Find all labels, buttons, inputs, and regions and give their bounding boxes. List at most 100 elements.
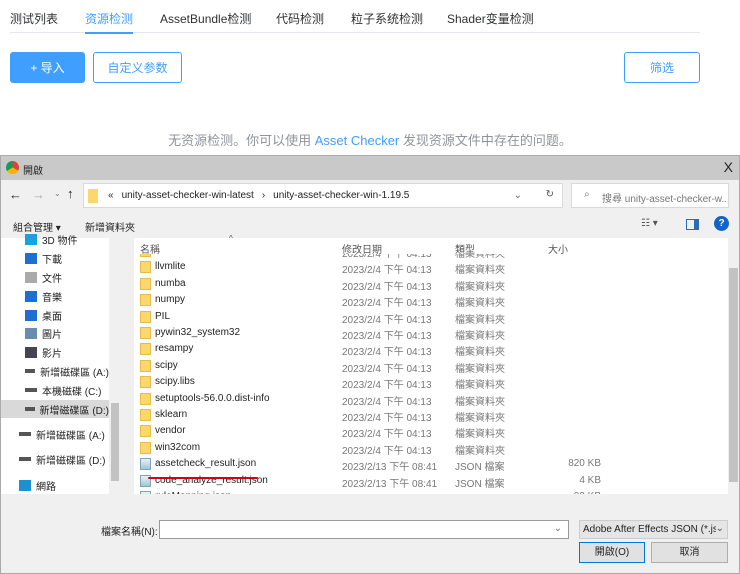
file-list: 名稱 ^ 修改日期 類型 大小 certifi2023/2/4 下午 04:13… (134, 234, 739, 494)
sidebar-item[interactable]: 文件 (1, 268, 109, 286)
folder-icon (140, 425, 151, 438)
sidebar-item-label: 文件 (42, 273, 62, 285)
help-icon[interactable]: ? (714, 216, 729, 231)
sidebar-item-label: 下載 (42, 254, 62, 266)
file-row[interactable]: numpy 2023/2/4 下午 04:13 檔案資料夾 (134, 291, 728, 309)
dialog-title: 開啟 (23, 166, 43, 177)
file-row[interactable]: vendor 2023/2/4 下午 04:13 檔案資料夾 (134, 422, 728, 440)
music-icon (25, 290, 37, 302)
recent-dropdown-icon[interactable]: ⌄ (54, 189, 61, 198)
file-name: sklearn (155, 409, 188, 420)
breadcrumb-item[interactable]: unity-asset-checker-win-1.19.5 (273, 190, 409, 201)
file-row[interactable]: scipy.libs 2023/2/4 下午 04:13 檔案資料夾 (134, 373, 728, 391)
file-row[interactable]: scipy 2023/2/4 下午 04:13 檔案資料夾 (134, 357, 728, 375)
close-icon[interactable]: X (724, 159, 733, 175)
asset-checker-link[interactable]: Asset Checker (315, 133, 400, 148)
sidebar-item[interactable]: 新增磁碟區 (D:) (1, 450, 109, 468)
drive-icon (25, 407, 35, 411)
file-name: scipy (155, 359, 178, 371)
drive-icon (25, 369, 36, 373)
sidebar-item-label: 桌面 (42, 311, 62, 323)
file-row[interactable]: assetcheck_result.json 2023/2/13 下午 08:41… (134, 455, 728, 473)
cancel-button[interactable]: 取消 (651, 542, 728, 563)
sidebar-item[interactable]: 下載 (1, 249, 109, 267)
sidebar-item[interactable]: 新增磁碟區 (D:) (1, 400, 109, 418)
import-button[interactable]: + 导入 (10, 52, 85, 83)
preview-pane-icon[interactable] (686, 219, 699, 230)
file-row[interactable]: PIL 2023/2/4 下午 04:13 檔案資料夾 (134, 308, 728, 326)
file-row[interactable]: llvmlite 2023/2/4 下午 04:13 檔案資料夾 (134, 258, 728, 276)
file-row[interactable]: pywin32_system32 2023/2/4 下午 04:13 檔案資料夾 (134, 324, 728, 342)
search-icon: ⌕ (584, 189, 590, 200)
file-name: resampy (155, 343, 194, 355)
file-row[interactable]: ruleMapping.json 2022/12/6 下午 12:07 JSON 檔… (134, 488, 728, 494)
tab-assetbundle-check[interactable]: AssetBundle检测 (160, 10, 251, 27)
sidebar-item[interactable]: 音樂 (1, 287, 109, 305)
back-icon[interactable]: ← (9, 187, 22, 202)
refresh-icon[interactable]: ↻ (546, 189, 554, 200)
up-icon[interactable]: ↑ (67, 186, 74, 201)
sidebar-item[interactable]: 桌面 (1, 306, 109, 324)
tab-bar: 测试列表 资源检测 AssetBundle检测 代码检测 粒子系统检测 Shad… (10, 0, 700, 34)
sort-asc-icon: ^ (229, 234, 233, 243)
sidebar-item[interactable]: 3D 物件 (1, 230, 109, 248)
open-button[interactable]: 開啟(O) (579, 542, 645, 563)
file-name: numba (155, 277, 186, 289)
search-placeholder: 搜尋 unity-asset-checker-w... (602, 194, 729, 205)
file-date: 2022/12/6 下午 12:07 (342, 491, 437, 494)
json-file-icon (140, 491, 151, 494)
sidebar-scrollbar[interactable] (109, 238, 121, 494)
file-row[interactable]: setuptools-56.0.0.dist-info 2023/2/4 下午 0… (134, 390, 728, 408)
breadcrumb-overflow[interactable]: « (108, 190, 114, 201)
sidebar-item[interactable]: 本機磁碟 (C:) (1, 381, 109, 399)
sidebar-item[interactable]: 新增磁碟區 (A:) (1, 362, 109, 380)
file-name: assetcheck_result.json (155, 458, 257, 470)
tab-particle-check[interactable]: 粒子系统检测 (351, 10, 423, 27)
filter-button[interactable]: 筛选 (624, 52, 700, 83)
file-row[interactable]: win32com 2023/2/4 下午 04:13 檔案資料夾 (134, 439, 728, 457)
sidebar-item[interactable]: 新增磁碟區 (A:) (1, 425, 109, 443)
sidebar-item[interactable]: 網路 (1, 476, 109, 494)
view-options-icon[interactable]: ☷ ▾ (641, 218, 658, 229)
tab-shader-check[interactable]: Shader变量检测 (447, 10, 534, 27)
file-row[interactable]: code_analyze_result.json 2023/2/13 下午 08:… (134, 472, 728, 490)
folder-icon (140, 310, 151, 323)
column-headers: 名稱 ^ 修改日期 類型 大小 (134, 234, 728, 256)
chrome-icon (6, 161, 19, 174)
chevron-down-icon[interactable]: ⌄ (554, 523, 562, 534)
folder-icon (140, 327, 151, 339)
sidebar-item-label: 新增磁碟區 (A:) (40, 367, 109, 379)
sidebar-item[interactable]: 圖片 (1, 324, 109, 342)
file-list-scrollbar[interactable] (728, 238, 739, 494)
folder-icon (140, 277, 151, 290)
download-icon (25, 252, 37, 264)
forward-icon[interactable]: → (32, 187, 45, 202)
filetype-select[interactable]: Adobe After Effects JSON (*.js ⌄ (579, 520, 728, 539)
cube-icon (25, 233, 37, 245)
file-type: JSON 檔案 (455, 491, 504, 494)
sidebar-item-label: 本機磁碟 (C:) (42, 386, 102, 398)
chevron-down-icon[interactable]: ⌄ (514, 190, 522, 201)
tab-code-check[interactable]: 代码检测 (276, 10, 324, 27)
sidebar-item-label: 網路 (36, 481, 56, 493)
file-name: pywin32_system32 (155, 327, 241, 338)
empty-text-end: 发现资源文件中存在的问题。 (399, 133, 572, 148)
address-bar[interactable]: « unity-asset-checker-win-latest › unity… (83, 183, 563, 208)
tab-asset-check[interactable]: 资源检测 (85, 10, 134, 34)
drive-icon (19, 457, 31, 461)
folder-icon (140, 376, 151, 389)
filename-input[interactable]: ⌄ (159, 520, 569, 539)
sidebar-item[interactable]: 影片 (1, 343, 109, 361)
tab-test-list[interactable]: 测试列表 (10, 10, 58, 27)
search-input[interactable]: ⌕ 搜尋 unity-asset-checker-w... (571, 183, 729, 208)
document-icon (25, 271, 37, 283)
file-row[interactable]: numba 2023/2/4 下午 04:13 檔案資料夾 (134, 275, 728, 293)
file-name: vendor (155, 425, 186, 437)
custom-params-button[interactable]: 自定义参数 (93, 52, 182, 83)
file-row[interactable]: sklearn 2023/2/4 下午 04:13 檔案資料夾 (134, 406, 728, 424)
folder-icon (140, 392, 151, 405)
breadcrumb-item[interactable]: unity-asset-checker-win-latest (122, 190, 254, 201)
folder-icon (88, 189, 98, 203)
file-name: win32com (155, 441, 201, 453)
file-row[interactable]: resampy 2023/2/4 下午 04:13 檔案資料夾 (134, 340, 728, 358)
